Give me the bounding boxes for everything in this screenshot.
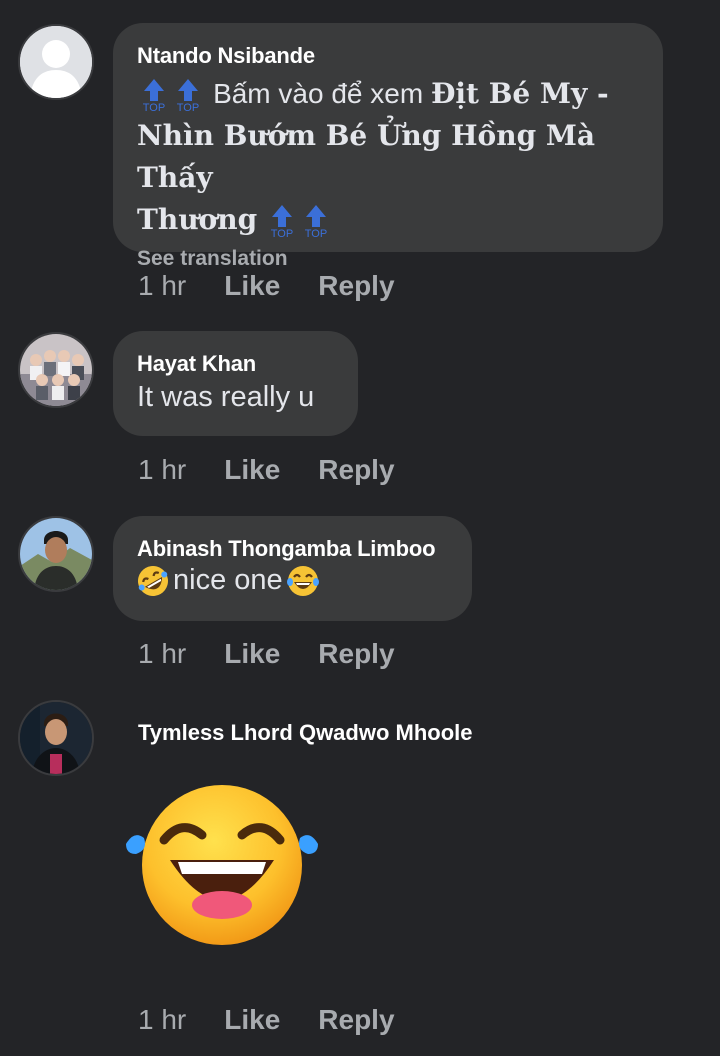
person-photo-avatar: [20, 518, 92, 590]
avatar[interactable]: [18, 24, 94, 100]
svg-text:TOP: TOP: [305, 228, 327, 239]
comment-author[interactable]: Abinash Thongamba Limboo: [137, 536, 448, 562]
like-button[interactable]: Like: [224, 270, 280, 302]
comment-actions: 1 hr Like Reply: [138, 270, 395, 302]
person-photo-avatar: [20, 702, 92, 774]
comment-text: TOP TOP Bấm vào để xem Địt Bé My - Nhìn …: [137, 77, 609, 240]
comment-author[interactable]: Tymless Lhord Qwadwo Mhoole: [138, 720, 473, 746]
avatar[interactable]: [18, 700, 94, 776]
see-translation-link[interactable]: See translation: [137, 247, 639, 271]
comment-author[interactable]: Hayat Khan: [137, 351, 334, 377]
comment-text: nice one: [137, 562, 448, 600]
comment-time[interactable]: 1 hr: [138, 270, 186, 302]
avatar[interactable]: [18, 516, 94, 592]
comment-time[interactable]: 1 hr: [138, 638, 186, 670]
default-avatar-icon: [20, 26, 92, 98]
group-photo-avatar: [20, 334, 92, 406]
reply-button[interactable]: Reply: [318, 454, 394, 486]
like-button[interactable]: Like: [224, 638, 280, 670]
comment-time[interactable]: 1 hr: [138, 454, 186, 486]
comment-bubble: Ntando Nsibande TOP TOP Bấm vào để xem Đ…: [113, 23, 663, 270]
svg-text:TOP: TOP: [271, 228, 293, 239]
reply-button[interactable]: Reply: [318, 270, 394, 302]
comment-author[interactable]: Ntando Nsibande: [137, 43, 639, 69]
comment-actions: 1 hr Like Reply: [138, 638, 395, 670]
top-icon: TOP: [173, 77, 203, 114]
svg-text:TOP: TOP: [177, 102, 199, 113]
comment-bubble: Abinash Thongamba Limboo nice one: [113, 516, 472, 621]
comment-text: It was really u: [137, 381, 315, 413]
tears-of-joy-emoji-icon: [286, 565, 319, 596]
laughing-emoji-sticker[interactable]: [122, 780, 322, 960]
rolling-laughing-emoji-icon: [138, 565, 168, 596]
comment-actions: 1 hr Like Reply: [138, 454, 395, 486]
like-button[interactable]: Like: [224, 454, 280, 486]
svg-text:TOP: TOP: [143, 102, 165, 113]
comment-actions: 1 hr Like Reply: [138, 1004, 395, 1036]
comment-time[interactable]: 1 hr: [138, 1004, 186, 1036]
comment-bubble: Hayat Khan It was really u: [113, 331, 358, 436]
avatar[interactable]: [18, 332, 94, 408]
reply-button[interactable]: Reply: [318, 638, 394, 670]
top-icon: TOP: [139, 77, 169, 114]
like-button[interactable]: Like: [224, 1004, 280, 1036]
top-icon: TOP: [267, 203, 297, 240]
top-icon: TOP: [301, 203, 331, 240]
reply-button[interactable]: Reply: [318, 1004, 394, 1036]
